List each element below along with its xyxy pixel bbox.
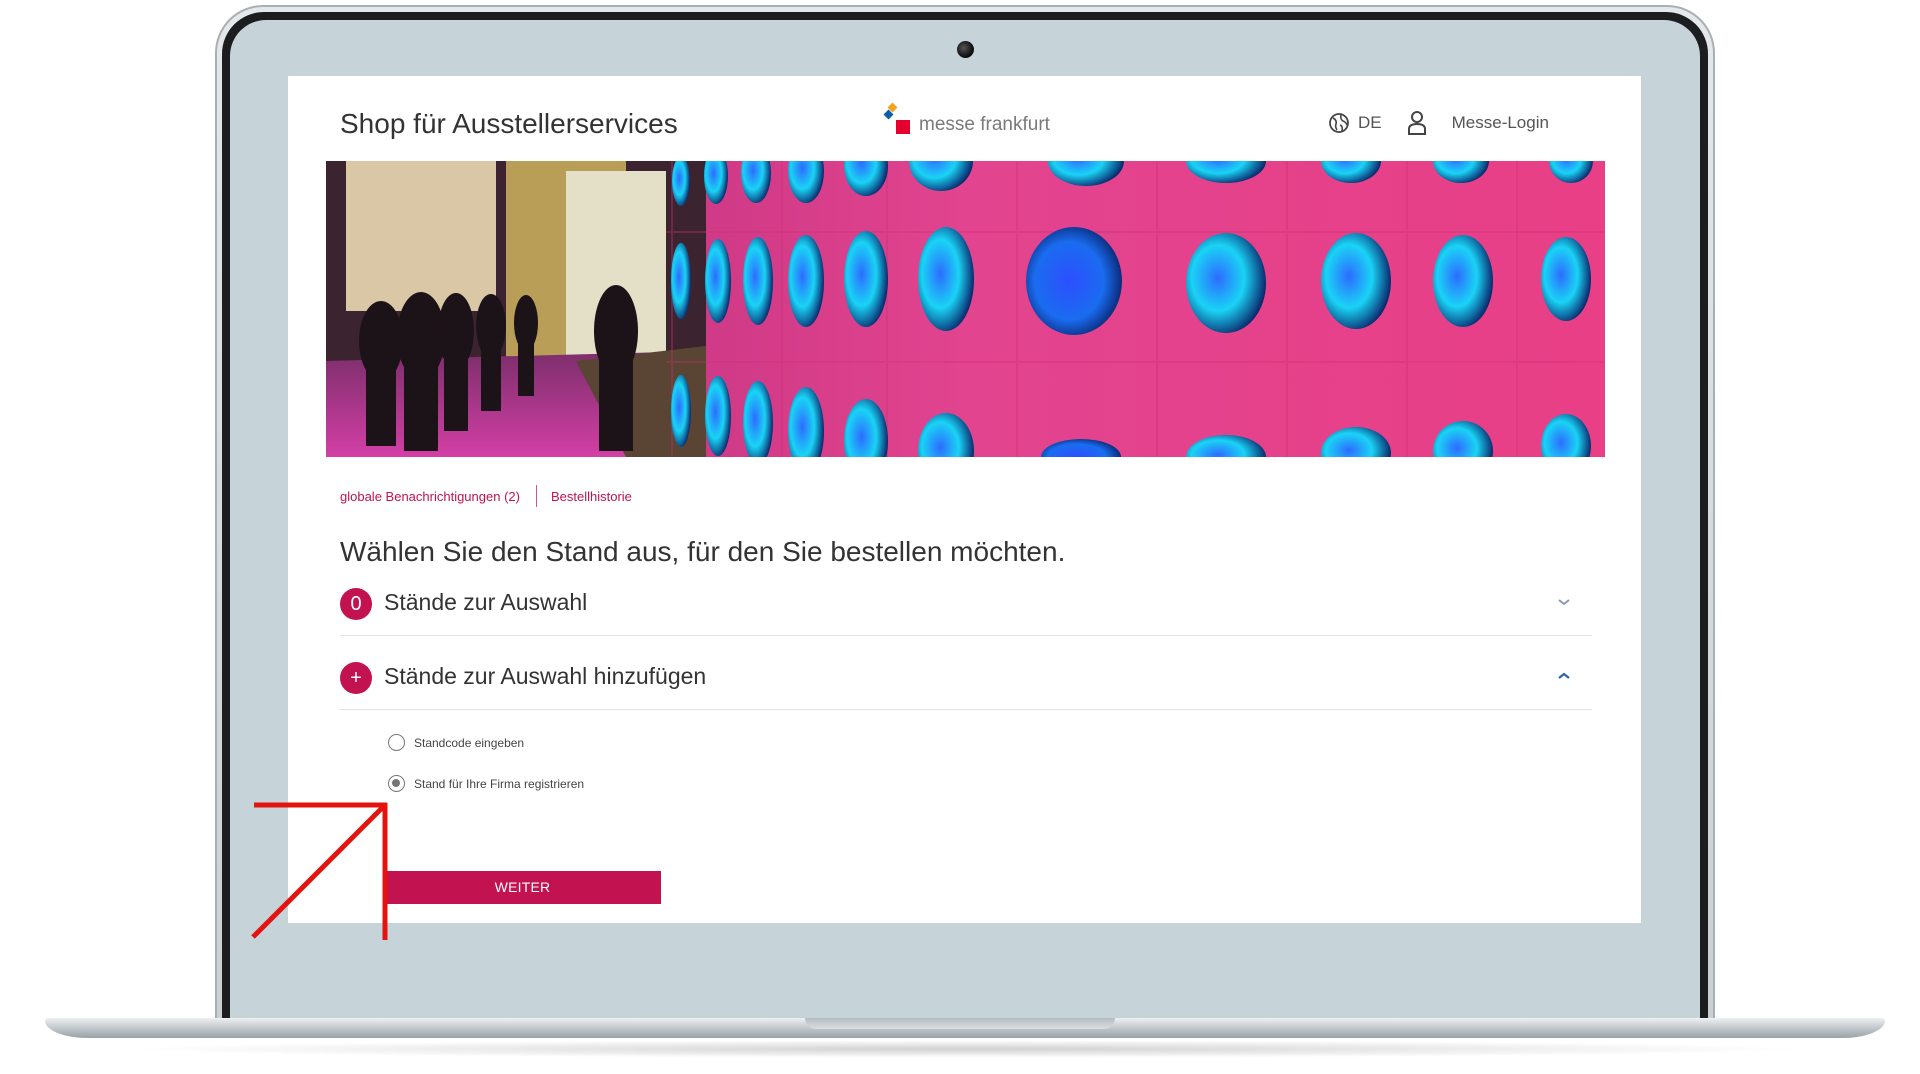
subnav-order-history-link[interactable]: Bestellhistorie <box>551 489 632 504</box>
radio-label: Standcode eingeben <box>414 735 525 750</box>
weiter-button[interactable]: WEITER <box>384 871 661 904</box>
subnav-divider <box>535 485 537 507</box>
stands-count-badge: 0 <box>340 588 372 620</box>
login-link[interactable]: Messe-Login <box>1452 113 1549 133</box>
subnav: globale Benachrichtigungen (2) Bestellhi… <box>340 485 632 507</box>
subnav-notifications-link[interactable]: globale Benachrichtigungen (2) <box>340 489 520 504</box>
radio-button-selected[interactable] <box>388 775 405 792</box>
camera-icon <box>957 41 974 58</box>
accordion-title: Stände zur Auswahl <box>384 589 588 615</box>
annotation-arrow-icon <box>251 802 388 940</box>
globe-icon[interactable] <box>1328 112 1350 134</box>
accordion-stands-selection[interactable]: 0 Stände zur Auswahl <box>340 576 1592 636</box>
language-selector[interactable]: DE <box>1358 113 1382 133</box>
stage: Shop für Ausstellerservices messe frankf… <box>0 0 1920 1074</box>
chevron-up-icon[interactable] <box>1556 668 1572 684</box>
screen: Shop für Ausstellerservices messe frankf… <box>288 76 1641 923</box>
radio-option-standcode[interactable]: Standcode eingeben <box>388 734 524 751</box>
accordion-title: Stände zur Auswahl hinzufügen <box>384 663 707 689</box>
radio-option-register-stand[interactable]: Stand für Ihre Firma registrieren <box>388 775 584 792</box>
page-headline: Wählen Sie den Stand aus, für den Sie be… <box>340 536 1066 567</box>
site-header: Shop für Ausstellerservices messe frankf… <box>288 76 1641 160</box>
user-icon[interactable] <box>1406 110 1428 136</box>
laptop-notch <box>805 1018 1115 1029</box>
hero-banner-image <box>326 161 1605 457</box>
logo-text: messe frankfurt <box>919 114 1050 135</box>
add-badge-icon: + <box>340 662 372 694</box>
laptop-shadow <box>120 1040 1810 1058</box>
accordion-add-stands[interactable]: + Stände zur Auswahl hinzufügen <box>340 650 1592 710</box>
radio-label: Stand für Ihre Firma registrieren <box>414 776 585 791</box>
header-actions: DE Messe-Login <box>1328 110 1549 136</box>
logo-mark-icon <box>883 102 911 136</box>
radio-button[interactable] <box>388 734 405 751</box>
site-title: Shop für Ausstellerservices <box>340 108 678 139</box>
chevron-down-icon[interactable] <box>1556 594 1572 610</box>
